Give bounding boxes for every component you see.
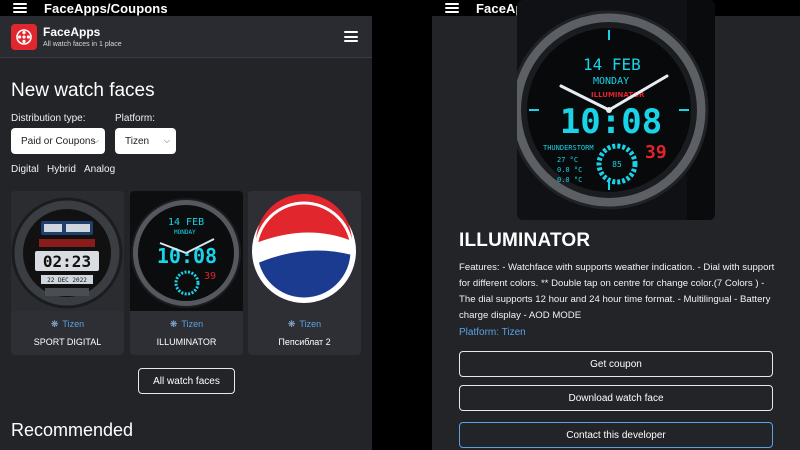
card-title: Пепсиблат 2 (278, 337, 331, 347)
watch-title: ILLUMINATOR (459, 230, 591, 251)
filter-analog[interactable]: Analog (84, 164, 115, 175)
watch-date: 14 FEB (583, 55, 641, 74)
contact-developer-button[interactable]: Contact this developer (459, 422, 773, 448)
platform-value: Tizen (125, 135, 150, 147)
watch-temp-2: 0.0 °C (557, 166, 582, 174)
illuminator-thumbnail: 14 FEB MONDAY 10:08 39 (130, 191, 243, 311)
site-header: FaceApps All watch faces in 1 place (0, 16, 372, 58)
app-bar-title: FaceApps/Coupons (44, 0, 168, 16)
faceapps-logo[interactable] (11, 23, 37, 50)
watch-temp-1: 27 °C (557, 156, 578, 164)
watch-preview-image: 14 FEB MONDAY ILLUMINATOR 10:08 THUNDERS… (517, 0, 715, 220)
site-tagline: All watch faces in 1 place (43, 41, 122, 48)
chevron-down-icon: ⌵ (92, 136, 99, 145)
svg-text:14 FEB: 14 FEB (168, 217, 204, 228)
card-platform: ❋ Tizen (287, 319, 322, 329)
watch-seconds: 39 (645, 142, 667, 163)
faceapps-listing-pane: FaceApps/Coupons FaceApps All watch face… (0, 0, 372, 450)
watch-platform[interactable]: Platform: Tizen (459, 327, 526, 338)
chevron-down-icon: ⌵ (163, 136, 170, 145)
svg-text:MONDAY: MONDAY (174, 229, 196, 236)
watch-battery: 85 (612, 160, 622, 169)
all-watch-faces-button[interactable]: All watch faces (138, 368, 235, 394)
hamburger-menu-icon[interactable] (13, 3, 27, 13)
sport-digital-thumbnail: 02:23 22 DEC 2022 (11, 191, 124, 311)
watch-card-sport-digital[interactable]: 02:23 22 DEC 2022 ❋ Tizen SPORT DIGITAL (11, 191, 124, 355)
filter-digital[interactable]: Digital (11, 164, 39, 175)
recommended-heading: Recommended (11, 420, 134, 440)
filter-hybrid[interactable]: Hybrid (47, 164, 76, 175)
get-coupon-button[interactable]: Get coupon (459, 351, 773, 377)
svg-text:10:08: 10:08 (157, 244, 217, 268)
distribution-type-label: Distribution type: (11, 113, 86, 124)
site-menu-icon[interactable] (344, 31, 358, 42)
download-watch-face-button[interactable]: Download watch face (459, 385, 773, 411)
site-name[interactable]: FaceApps (43, 25, 122, 39)
watch-weather: THUNDERSTORM (543, 144, 594, 152)
watch-card-pepsi[interactable]: ❋ Tizen Пепсиблат 2 (248, 191, 361, 355)
tizen-icon: ❋ (50, 319, 59, 329)
illuminator-watch-face: 14 FEB MONDAY ILLUMINATOR 10:08 THUNDERS… (517, 0, 715, 220)
film-reel-icon (16, 28, 32, 45)
watch-description: Features: - Watchface with supports weat… (459, 262, 775, 321)
watch-detail-pane: FaceApps/Coupons 14 FEB MONDAY ILLUMINAT… (432, 0, 800, 450)
card-title: ILLUMINATOR (156, 337, 217, 347)
distribution-type-value: Paid or Coupons (21, 135, 96, 147)
platform-label: Platform: (115, 113, 156, 124)
hamburger-menu-icon[interactable] (445, 3, 459, 13)
app-bar: FaceApps/Coupons (0, 0, 372, 16)
card-platform: ❋ Tizen (50, 319, 85, 329)
tizen-icon: ❋ (287, 319, 296, 329)
watch-day: MONDAY (593, 76, 629, 87)
watch-temp-3: 0.0 °C (557, 176, 582, 184)
site-name-block: FaceApps All watch faces in 1 place (43, 25, 122, 48)
watch-card-illuminator[interactable]: 14 FEB MONDAY 10:08 39 ❋ Tizen ILLUMINATO… (130, 191, 243, 355)
sport-time-text: 02:23 (43, 252, 91, 271)
new-watch-faces-heading: New watch faces (11, 80, 155, 101)
card-title: SPORT DIGITAL (33, 337, 102, 347)
pepsi-thumbnail (248, 191, 361, 311)
sport-date-text: 22 DEC 2022 (47, 277, 87, 284)
card-platform: ❋ Tizen (169, 319, 204, 329)
tizen-icon: ❋ (169, 319, 178, 329)
distribution-type-select[interactable]: Paid or Coupons ⌵ (11, 128, 105, 154)
platform-select[interactable]: Tizen ⌵ (115, 128, 176, 154)
svg-text:39: 39 (204, 271, 216, 282)
